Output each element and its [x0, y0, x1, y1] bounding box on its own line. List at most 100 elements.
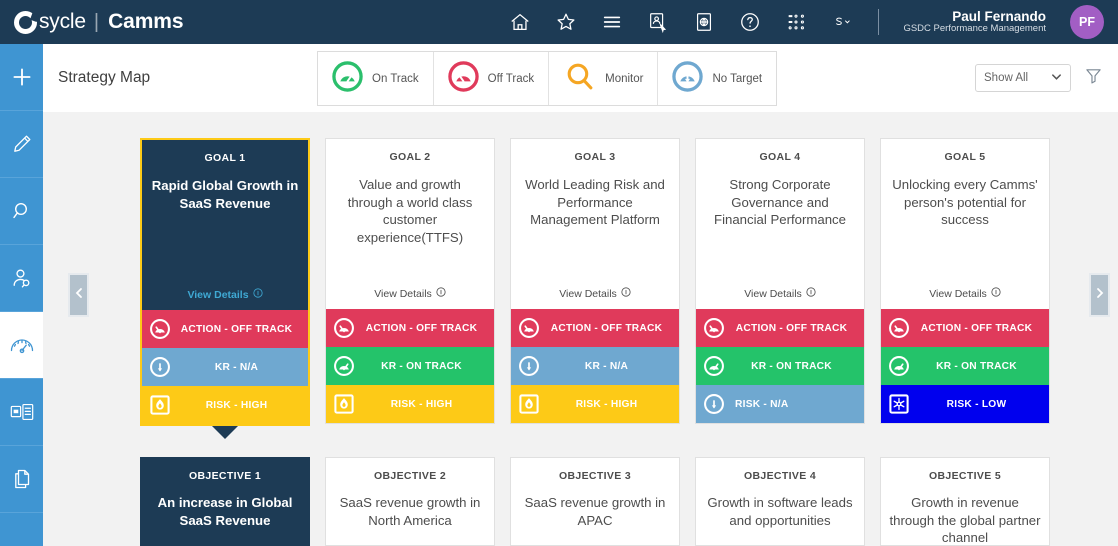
status-bar[interactable]: KR - ON TRACK [696, 347, 864, 385]
view-details-link[interactable]: View Details [511, 287, 679, 300]
goal-card-title: World Leading Risk and Performance Manag… [525, 177, 665, 228]
status-bar[interactable]: ACTION - OFF TRACK [881, 309, 1049, 347]
status-bar[interactable]: KR - N/A [142, 348, 308, 386]
objectives-row: OBJECTIVE 1 An increase in Global SaaS Re… [140, 457, 1050, 546]
gauge-off-track-icon [888, 317, 910, 339]
view-details-link[interactable]: View Details [142, 288, 308, 301]
goal-card-wrapper: GOAL 1 Rapid Global Growth in SaaS Revenu… [140, 138, 310, 439]
objective-card[interactable]: OBJECTIVE 1 An increase in Global SaaS Re… [140, 457, 310, 546]
gauge-off-track-icon [703, 317, 725, 339]
objective-card-kicker: OBJECTIVE 4 [743, 470, 817, 482]
sidebar-item-performance[interactable] [0, 312, 43, 379]
status-bar-label: ACTION - OFF TRACK [365, 322, 478, 334]
gauge-on-track-icon [888, 355, 910, 377]
status-bar-label: RISK - HIGH [205, 399, 268, 411]
sidebar-item-layout[interactable] [0, 379, 43, 446]
goal-card[interactable]: GOAL 1 Rapid Global Growth in SaaS Revenu… [140, 138, 310, 426]
user-info[interactable]: Paul Fernando GSDC Performance Managemen… [903, 9, 1046, 35]
help-icon[interactable] [738, 10, 762, 34]
view-details-link[interactable]: View Details [326, 287, 494, 300]
goal-card-body: GOAL 3 World Leading Risk and Performance… [511, 139, 679, 309]
goals-row: GOAL 1 Rapid Global Growth in SaaS Revenu… [140, 138, 1050, 439]
status-bar[interactable]: KR - ON TRACK [326, 347, 494, 385]
hamburger-menu-icon[interactable] [600, 10, 624, 34]
sidebar-item-add[interactable] [0, 44, 43, 111]
goal-card-body: GOAL 2 Value and growth through a world c… [326, 139, 494, 309]
legend-item-off-track[interactable]: Off Track [432, 52, 548, 105]
sidebar-item-documents[interactable] [0, 446, 43, 513]
view-details-link[interactable]: View Details [881, 287, 1049, 300]
goal-card[interactable]: GOAL 2 Value and growth through a world c… [325, 138, 495, 424]
chevron-right-icon [1094, 286, 1106, 304]
flame-icon [149, 394, 171, 416]
show-all-dropdown[interactable]: Show All [975, 64, 1071, 92]
magnifier-icon [563, 60, 596, 98]
objective-card[interactable]: OBJECTIVE 5 Growth in revenue through the… [880, 457, 1050, 546]
status-bar-label: KR - ON TRACK [751, 360, 832, 372]
gauge-off-track-icon [333, 317, 355, 339]
nav-next-button[interactable] [1089, 273, 1110, 317]
strategy-map-canvas: GOAL 1 Rapid Global Growth in SaaS Revenu… [43, 112, 1118, 546]
brand-product-name: Camms [108, 10, 184, 33]
status-bar-label: RISK - LOW [946, 398, 1007, 410]
goal-card-kicker: GOAL 2 [389, 151, 431, 163]
globe-box-icon[interactable] [692, 10, 716, 34]
nav-prev-button[interactable] [68, 273, 89, 317]
status-bar-label: ACTION - OFF TRACK [550, 322, 663, 334]
star-icon[interactable] [554, 10, 578, 34]
top-header: sycle | Camms Paul Fernando GSDC Perform… [0, 0, 1118, 44]
goal-card[interactable]: GOAL 4 Strong Corporate Governance and Fi… [695, 138, 865, 424]
status-bar[interactable]: ACTION - OFF TRACK [326, 309, 494, 347]
filter-icon[interactable] [1084, 66, 1103, 90]
gauge-on-track-icon [703, 355, 725, 377]
documents-icon [10, 467, 34, 491]
legend-item-on-track[interactable]: On Track [318, 52, 433, 105]
home-icon[interactable] [508, 10, 532, 34]
objective-card-kicker: OBJECTIVE 5 [928, 470, 1002, 482]
view-details-label: View Details [187, 288, 249, 301]
goal-card-kicker: GOAL 4 [759, 151, 801, 163]
status-bar[interactable]: ACTION - OFF TRACK [696, 309, 864, 347]
status-bar-label: KR - ON TRACK [936, 360, 1017, 372]
status-bar[interactable]: KR - ON TRACK [881, 347, 1049, 385]
goal-card[interactable]: GOAL 3 World Leading Risk and Performance… [510, 138, 680, 424]
view-details-link[interactable]: View Details [696, 287, 864, 300]
status-bar[interactable]: RISK - HIGH [326, 385, 494, 423]
status-bar-label: KR - N/A [584, 360, 629, 372]
flame-icon [518, 393, 540, 415]
legend-item-monitor[interactable]: Monitor [548, 52, 657, 105]
objective-card[interactable]: OBJECTIVE 4 Growth in software leads and … [695, 457, 865, 546]
objective-card[interactable]: OBJECTIVE 2 SaaS revenue growth in North … [325, 457, 495, 546]
avatar[interactable]: PF [1070, 5, 1104, 39]
status-bar-label: ACTION - OFF TRACK [180, 323, 293, 335]
gauge-no-target-icon [149, 356, 171, 378]
legend-item-no-target[interactable]: No Target [657, 52, 776, 105]
sidebar-item-search[interactable] [0, 178, 43, 245]
goal-card-kicker: GOAL 5 [944, 151, 986, 163]
status-bar[interactable]: ACTION - OFF TRACK [511, 309, 679, 347]
sidebar-item-edit[interactable] [0, 111, 43, 178]
s-dropdown-icon[interactable] [830, 10, 854, 34]
goal-card-kicker: GOAL 1 [204, 152, 246, 164]
goal-card-wrapper: GOAL 2 Value and growth through a world c… [325, 138, 495, 439]
gauge-off-track-icon [447, 60, 479, 97]
view-details-label: View Details [559, 287, 617, 300]
objective-card[interactable]: OBJECTIVE 3 SaaS revenue growth in APAC [510, 457, 680, 546]
user-select-icon[interactable] [646, 10, 670, 34]
status-bar[interactable]: ACTION - OFF TRACK [142, 310, 308, 348]
brand-separator: | [93, 10, 100, 33]
brand[interactable]: sycle | Camms [0, 10, 184, 34]
status-bar[interactable]: RISK - LOW [881, 385, 1049, 423]
status-bar[interactable]: RISK - HIGH [142, 386, 308, 424]
sidebar-item-people-search[interactable] [0, 245, 43, 312]
goal-card[interactable]: GOAL 5 Unlocking every Camms' person's po… [880, 138, 1050, 424]
header-icon-group: Paul Fernando GSDC Performance Managemen… [508, 5, 1118, 39]
goal-card-title: Strong Corporate Governance and Financia… [714, 177, 846, 228]
apps-grid-icon[interactable] [784, 10, 808, 34]
page-title: Strategy Map [58, 69, 151, 86]
status-bar[interactable]: KR - N/A [511, 347, 679, 385]
status-bar[interactable]: RISK - HIGH [511, 385, 679, 423]
info-circle-icon [806, 287, 816, 300]
status-bar[interactable]: RISK - N/A [696, 385, 864, 423]
user-name: Paul Fernando [952, 9, 1046, 25]
